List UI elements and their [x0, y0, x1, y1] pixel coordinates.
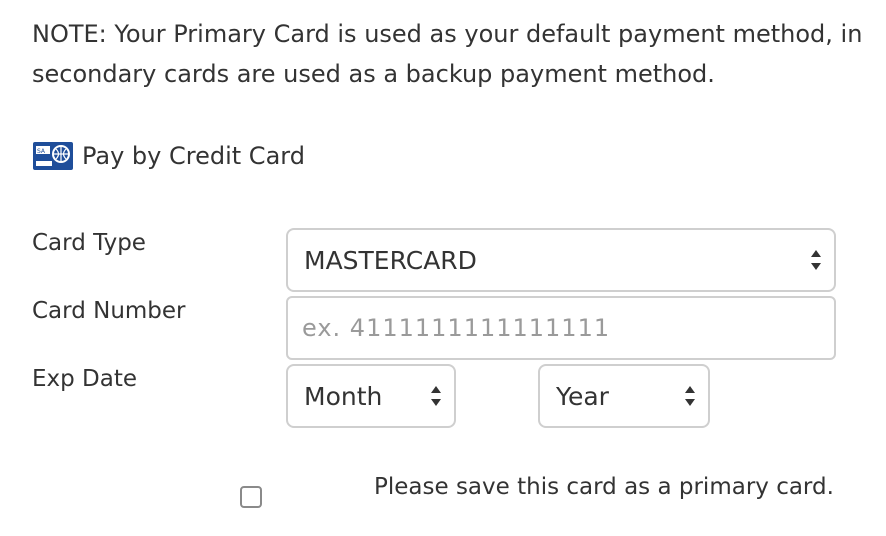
- card-type-value: MASTERCARD: [304, 245, 477, 275]
- primary-card-checkbox[interactable]: [240, 486, 262, 508]
- card-number-label: Card Number: [32, 298, 186, 324]
- note-line-1: NOTE: Your Primary Card is used as your …: [32, 20, 863, 48]
- exp-year-value: Year: [556, 381, 609, 411]
- pay-by-credit-card-row: SA Pay by Credit Card: [32, 136, 305, 176]
- card-number-input[interactable]: [286, 296, 836, 360]
- exp-month-value: Month: [304, 381, 383, 411]
- note-line-2: secondary cards are used as a backup pay…: [32, 60, 715, 88]
- svg-text:SA: SA: [37, 148, 46, 155]
- select-arrows-icon: [430, 383, 442, 409]
- exp-date-label: Exp Date: [32, 366, 138, 392]
- credit-card-icon: SA: [32, 138, 74, 174]
- exp-year-select[interactable]: Year: [538, 364, 710, 428]
- primary-card-checkbox-label: Please save this card as a primary card.: [374, 474, 834, 500]
- exp-month-select[interactable]: Month: [286, 364, 456, 428]
- payment-note: NOTE: Your Primary Card is used as your …: [32, 14, 886, 94]
- select-arrows-icon: [810, 247, 822, 273]
- pay-method-label: Pay by Credit Card: [82, 142, 305, 170]
- card-type-label: Card Type: [32, 230, 146, 256]
- select-arrows-icon: [684, 383, 696, 409]
- card-type-select[interactable]: MASTERCARD: [286, 228, 836, 292]
